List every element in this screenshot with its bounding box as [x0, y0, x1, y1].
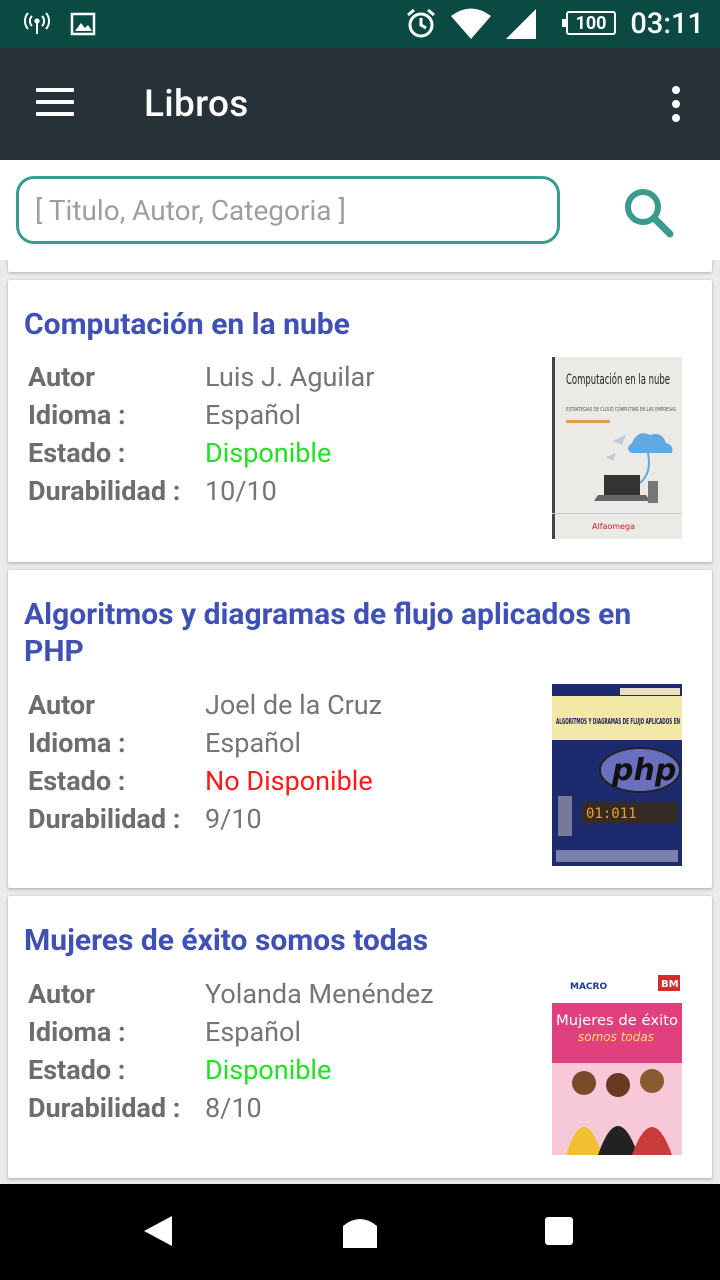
durability-value: 9/10 — [205, 803, 262, 835]
author-label: Autor — [28, 689, 96, 721]
status-label: Estado : — [28, 437, 126, 469]
book-title: Algoritmos y diagramas de flujo aplicado… — [24, 597, 632, 669]
navigation-bar — [0, 1184, 720, 1280]
list-item — [8, 260, 712, 272]
cover-subtitle: ESTRATEGIAS DE CLOUD COMPUTING EN LAS EM… — [566, 407, 676, 413]
language-label: Idioma : — [28, 399, 126, 431]
wifi-icon — [450, 0, 492, 48]
battery-icon: 100 — [562, 11, 616, 35]
cover-logo: php — [611, 753, 676, 788]
hamburger-menu-icon[interactable] — [36, 88, 76, 120]
author-label: Autor — [28, 361, 96, 393]
home-icon[interactable] — [340, 1212, 380, 1254]
author-value: Luis J. Aguilar — [205, 361, 375, 393]
cover-title: Computación en la nube — [566, 372, 670, 388]
svg-text:01:011: 01:011 — [586, 806, 637, 822]
book-card[interactable]: Computación en la nube Autor Luis J. Agui… — [8, 280, 712, 562]
book-cover-image: Computación en la nube ESTRATEGIAS DE CL… — [552, 357, 682, 539]
alarm-icon — [404, 0, 438, 48]
cover-title-1: Mujeres de éxito — [556, 1013, 678, 1029]
book-list: Computación en la nube Autor Luis J. Agui… — [0, 260, 720, 1184]
author-value: Yolanda Menéndez — [205, 978, 434, 1010]
status-value: Disponible — [205, 1054, 332, 1086]
search-icon[interactable] — [616, 180, 680, 244]
battery-level: 100 — [575, 12, 607, 34]
app-toolbar: Libros — [0, 48, 720, 160]
language-label: Idioma : — [28, 1016, 126, 1048]
page-title: Libros — [144, 82, 249, 126]
book-cover-image: MACRO BM Mujeres de éxito somos todas — [552, 973, 682, 1155]
language-value: Español — [205, 1016, 302, 1048]
status-value: No Disponible — [205, 765, 373, 797]
language-label: Idioma : — [28, 727, 126, 759]
status-value: Disponible — [205, 437, 332, 469]
book-cover-image: ALGORITMOS Y DIAGRAMAS DE FLUJO APLICADO… — [552, 684, 682, 866]
cover-title: ALGORITMOS Y DIAGRAMAS DE FLUJO APLICADO… — [556, 717, 680, 726]
book-title: Mujeres de éxito somos todas — [24, 923, 429, 958]
status-label: Estado : — [28, 1054, 126, 1086]
signal-icon — [504, 0, 538, 48]
author-value: Joel de la Cruz — [205, 689, 383, 721]
clock: 03:11 — [630, 7, 704, 41]
durability-label: Durabilidad : — [28, 1092, 181, 1124]
status-bar: 100 03:11 — [0, 0, 720, 48]
language-value: Español — [205, 727, 302, 759]
hotspot-icon — [24, 0, 50, 48]
recents-icon[interactable] — [544, 1216, 574, 1250]
durability-label: Durabilidad : — [28, 803, 181, 835]
cover-brand: MACRO — [570, 982, 607, 992]
book-card[interactable]: Mujeres de éxito somos todas Autor Yoland… — [8, 896, 712, 1178]
cover-title-2: somos todas — [578, 1030, 654, 1044]
status-label: Estado : — [28, 765, 126, 797]
durability-value: 10/10 — [205, 475, 277, 507]
back-icon[interactable] — [142, 1214, 174, 1252]
author-label: Autor — [28, 978, 96, 1010]
durability-value: 8/10 — [205, 1092, 262, 1124]
language-value: Español — [205, 399, 302, 431]
book-card[interactable]: Algoritmos y diagramas de flujo aplicado… — [8, 570, 712, 888]
cover-publisher: Alfaomega — [592, 522, 635, 531]
more-vert-icon[interactable] — [670, 86, 682, 122]
cover-badge: BM — [661, 979, 679, 990]
book-title: Computación en la nube — [24, 307, 350, 342]
search-input[interactable] — [16, 176, 560, 244]
durability-label: Durabilidad : — [28, 475, 181, 507]
image-icon — [70, 0, 96, 48]
